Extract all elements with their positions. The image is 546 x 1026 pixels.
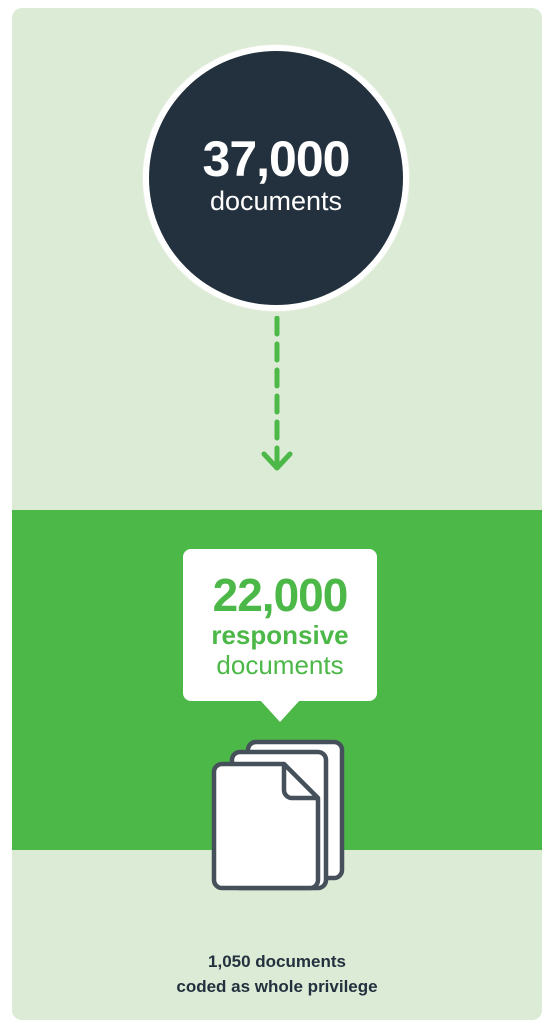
total-documents-circle: 37,000 documents <box>143 45 409 311</box>
dashed-arrow-down-icon <box>261 316 293 471</box>
responsive-documents-number: 22,000 <box>212 569 349 621</box>
privilege-count: 1,050 documents <box>208 952 346 971</box>
privilege-description: coded as whole privilege <box>176 977 378 996</box>
responsive-documents-label: documents <box>216 650 344 680</box>
responsive-documents-callout: 22,000 responsive documents <box>183 549 377 701</box>
responsive-label: responsive <box>211 620 349 650</box>
documents-stack-icon <box>211 739 345 891</box>
privilege-caption: 1,050 documents coded as whole privilege <box>12 949 542 999</box>
total-documents-label: documents <box>209 186 343 216</box>
infographic-card: 37,000 documents 22,000 responsive docum… <box>12 8 542 1020</box>
total-documents-number: 37,000 <box>202 131 351 187</box>
callout-pointer <box>260 700 300 722</box>
